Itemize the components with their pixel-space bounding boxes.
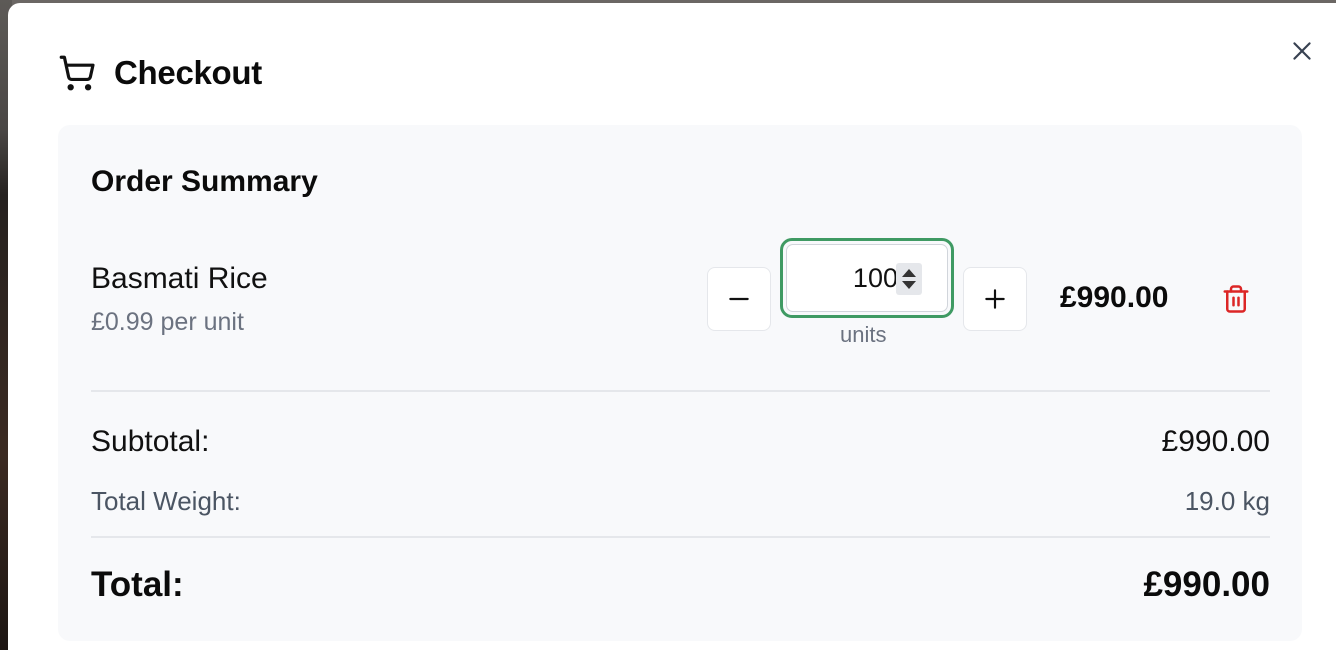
quantity-spinner[interactable] — [896, 263, 922, 295]
item-name: Basmati Rice — [91, 262, 268, 295]
subtotal-label: Subtotal: — [91, 425, 210, 458]
divider — [91, 390, 1270, 392]
close-button[interactable] — [1285, 34, 1319, 68]
quantity-units-label: units — [840, 322, 887, 347]
trash-icon — [1223, 285, 1249, 313]
minus-icon — [729, 297, 749, 301]
increase-quantity-button[interactable] — [963, 267, 1027, 331]
divider — [91, 536, 1270, 538]
plus-icon — [985, 289, 1005, 309]
modal-title: Checkout — [114, 54, 262, 91]
total-weight-value: 19.0 kg — [1184, 486, 1270, 516]
item-unit-price: £0.99 per unit — [91, 308, 244, 336]
total-label: Total: — [91, 565, 184, 604]
order-summary-card: Order Summary Basmati Rice £0.99 per uni… — [58, 125, 1302, 641]
order-summary-title: Order Summary — [91, 165, 318, 198]
checkout-modal: Checkout Order Summary Basmati Rice £0.9… — [8, 3, 1336, 650]
total-value: £990.00 — [1143, 565, 1270, 604]
total-weight-label: Total Weight: — [91, 486, 241, 516]
close-icon — [1293, 42, 1311, 60]
quantity-input-focus-ring: 1000 — [780, 238, 954, 318]
remove-item-button[interactable] — [1218, 281, 1254, 317]
spinner-up-icon[interactable] — [902, 269, 916, 277]
shopping-cart-icon — [58, 54, 96, 92]
decrease-quantity-button[interactable] — [707, 267, 771, 331]
item-line-total: £990.00 — [1060, 281, 1169, 314]
subtotal-value: £990.00 — [1161, 425, 1270, 458]
modal-header: Checkout — [58, 53, 262, 93]
quantity-input[interactable]: 1000 — [786, 244, 948, 312]
spinner-down-icon[interactable] — [902, 281, 916, 289]
